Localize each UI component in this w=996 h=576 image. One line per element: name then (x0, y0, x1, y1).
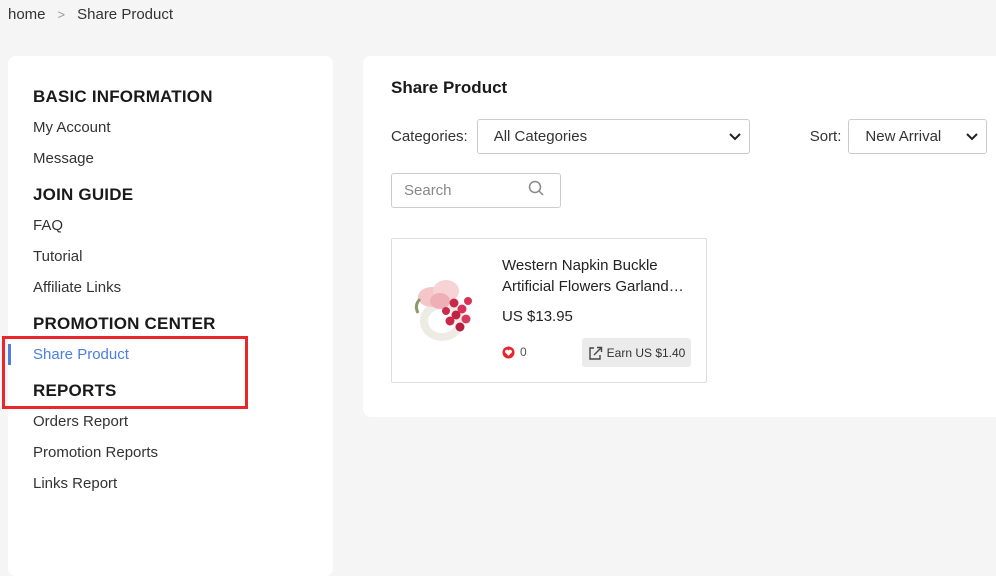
search-icon[interactable] (528, 180, 544, 201)
sidebar-item-affiliate-links[interactable]: Affiliate Links (8, 272, 333, 303)
categories-select-value: All Categories (493, 127, 588, 145)
section-title-reports: REPORTS (33, 381, 117, 400)
sidebar-item-message[interactable]: Message (8, 143, 333, 174)
sidebar-item-tutorial[interactable]: Tutorial (8, 241, 333, 272)
sort-label: Sort: (809, 127, 842, 145)
like-count: 0 (520, 345, 527, 359)
search-input[interactable]: Search (391, 173, 561, 208)
heart-icon (502, 345, 515, 359)
breadcrumb: home > Share Product (8, 6, 173, 23)
chevron-down-icon (729, 129, 741, 144)
section-title-promotion-center: PROMOTION CENTER (33, 314, 216, 333)
sidebar-item-my-account[interactable]: My Account (8, 112, 333, 143)
main-panel: Share Product Categories: All Categories… (363, 56, 996, 417)
product-image[interactable] (410, 269, 482, 349)
like-button[interactable]: 0 (502, 345, 527, 359)
section-title-basic-information: BASIC INFORMATION (33, 87, 213, 106)
sidebar-item-promotion-reports[interactable]: Promotion Reports (8, 437, 333, 468)
filter-bar: Categories: All Categories Sort: New Arr… (391, 118, 991, 154)
sidebar-item-faq[interactable]: FAQ (8, 210, 333, 241)
product-title-line1: Western Napkin Buckle (502, 257, 658, 274)
share-icon (588, 346, 602, 360)
breadcrumb-current: Share Product (77, 6, 174, 23)
sidebar-item-share-product[interactable]: Share Product (8, 339, 333, 370)
sort-select[interactable]: New Arrival (848, 118, 988, 154)
product-title[interactable]: Western Napkin Buckle Artificial Flowers… (502, 255, 692, 297)
earn-label: Earn US $1.40 (606, 345, 686, 360)
categories-label: Categories: (391, 127, 468, 145)
product-price: US $13.95 (502, 308, 573, 325)
product-card[interactable]: Western Napkin Buckle Artificial Flowers… (391, 238, 707, 383)
sidebar: BASIC INFORMATION My Account Message JOI… (8, 56, 333, 576)
chevron-down-icon (966, 129, 979, 144)
product-title-line2: Artificial Flowers Garland… (502, 278, 684, 295)
breadcrumb-home-link[interactable]: home (8, 6, 46, 23)
chevron-right-icon: > (57, 7, 66, 22)
sidebar-item-orders-report[interactable]: Orders Report (8, 406, 333, 437)
earn-share-button[interactable]: Earn US $1.40 (582, 338, 691, 367)
page-title: Share Product (391, 78, 508, 97)
categories-select[interactable]: All Categories (476, 118, 750, 154)
sidebar-item-links-report[interactable]: Links Report (8, 468, 333, 499)
sort-select-value: New Arrival (865, 127, 942, 145)
section-title-join-guide: JOIN GUIDE (33, 185, 134, 204)
search-placeholder: Search (404, 182, 452, 199)
